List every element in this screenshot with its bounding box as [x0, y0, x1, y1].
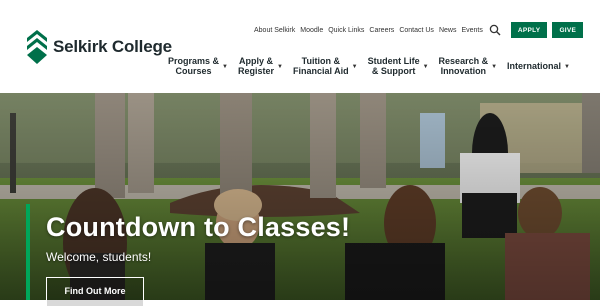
- nav-research-innovation[interactable]: Research & Innovation ▼: [439, 56, 497, 76]
- nav-apply-register[interactable]: Apply & Register ▼: [238, 56, 283, 76]
- nav-programs-courses[interactable]: Programs & Courses ▼: [168, 56, 228, 76]
- utility-link-contact[interactable]: Contact Us: [399, 27, 434, 34]
- nav-label: Research & Innovation: [438, 56, 489, 76]
- nav-tuition-financial-aid[interactable]: Tuition & Financial Aid ▼: [293, 56, 358, 76]
- main-nav: Programs & Courses ▼ Apply & Register ▼ …: [168, 56, 580, 76]
- logo-text: Selkirk College: [53, 37, 172, 56]
- utility-link-events[interactable]: Events: [461, 27, 482, 34]
- nav-international[interactable]: International ▼: [507, 56, 570, 71]
- nav-label: International: [507, 61, 562, 71]
- utility-nav: About Selkirk Moodle Quick Links Careers…: [254, 22, 588, 38]
- site-header: Selkirk College About Selkirk Moodle Qui…: [0, 0, 600, 93]
- hero-title: Countdown to Classes!: [46, 212, 351, 242]
- chevron-down-icon: ▼: [422, 63, 429, 70]
- hero-accent-bar: [26, 204, 30, 300]
- nav-student-life-support[interactable]: Student Life & Support ▼: [368, 56, 429, 76]
- utility-link-quick-links[interactable]: Quick Links: [328, 27, 364, 34]
- utility-link-moodle[interactable]: Moodle: [300, 27, 323, 34]
- utility-link-news[interactable]: News: [439, 27, 457, 34]
- chevron-down-icon: ▼: [277, 63, 283, 70]
- nav-label: Programs & Courses: [168, 56, 220, 76]
- find-out-more-button[interactable]: Find Out More: [46, 277, 144, 307]
- utility-link-careers[interactable]: Careers: [369, 27, 394, 34]
- chevron-down-icon: ▼: [222, 63, 228, 70]
- site-logo[interactable]: Selkirk College: [27, 30, 172, 64]
- hero-photo: [0, 93, 600, 300]
- hero-banner: [0, 93, 600, 300]
- utility-link-about[interactable]: About Selkirk: [254, 27, 295, 34]
- apply-button[interactable]: APPLY: [510, 22, 548, 38]
- nav-label: Student Life & Support: [367, 56, 420, 76]
- give-button[interactable]: GIVE: [552, 22, 584, 38]
- chevron-down-icon: ▼: [564, 63, 570, 70]
- search-icon[interactable]: [489, 24, 501, 36]
- nav-label: Apply & Register: [237, 56, 274, 76]
- chevron-down-icon: ▼: [351, 63, 358, 70]
- nav-label: Tuition & Financial Aid: [292, 56, 349, 76]
- hero-subtitle: Welcome, students!: [46, 250, 152, 264]
- selkirk-logo-icon: [27, 30, 47, 64]
- chevron-down-icon: ▼: [491, 63, 498, 70]
